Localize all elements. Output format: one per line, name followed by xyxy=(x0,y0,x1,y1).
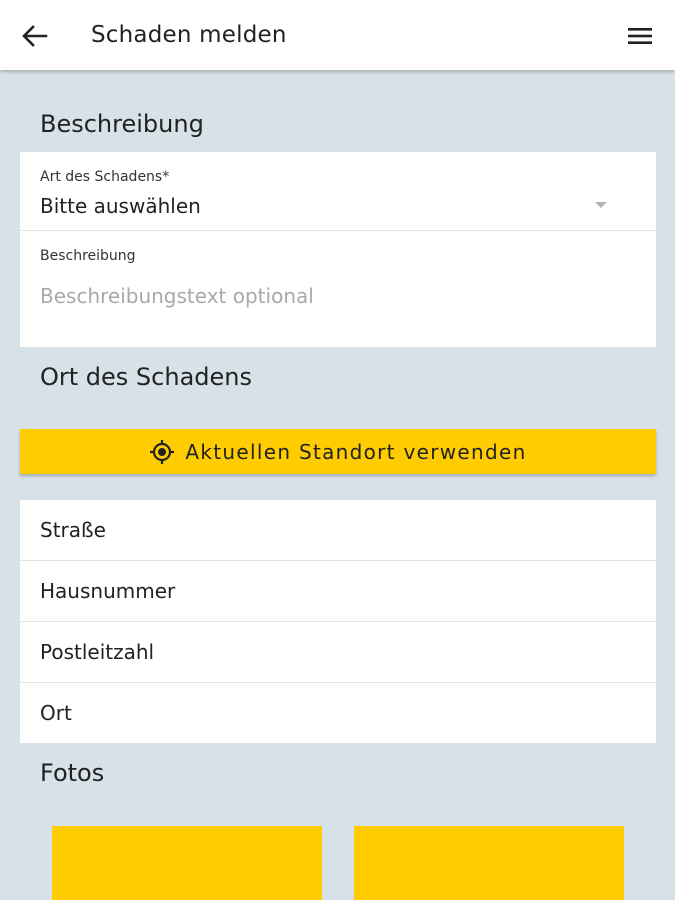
postal-code-field[interactable]: Postleitzahl xyxy=(20,622,656,682)
page-title: Schaden melden xyxy=(91,22,287,48)
description-card: Art des Schadens* Bitte auswählen Beschr… xyxy=(20,152,656,347)
damage-type-select[interactable]: Art des Schadens* Bitte auswählen xyxy=(20,152,656,230)
house-number-label: Hausnummer xyxy=(40,579,176,603)
damage-type-label: Art des Schadens* xyxy=(40,169,170,185)
menu-button[interactable] xyxy=(620,19,660,53)
add-photo-tile[interactable] xyxy=(354,826,624,900)
use-current-location-button[interactable]: Aktuellen Standort verwenden xyxy=(20,429,656,474)
arrow-left-icon xyxy=(22,25,48,47)
street-label: Straße xyxy=(40,518,106,542)
damage-type-value: Bitte auswählen xyxy=(40,194,201,218)
city-label: Ort xyxy=(40,701,72,725)
hamburger-menu-icon xyxy=(628,28,652,44)
back-button[interactable] xyxy=(18,19,52,53)
section-title-description: Beschreibung xyxy=(40,110,204,138)
postal-code-label: Postleitzahl xyxy=(40,640,155,664)
description-field[interactable]: Beschreibung Beschreibungstext optional xyxy=(20,231,656,347)
add-photo-tile[interactable] xyxy=(52,826,322,900)
section-title-location: Ort des Schadens xyxy=(40,363,252,391)
city-field[interactable]: Ort xyxy=(20,683,656,743)
gps-target-icon xyxy=(150,439,175,464)
section-title-photos: Fotos xyxy=(40,759,105,787)
dropdown-arrow-icon xyxy=(595,202,607,208)
app-bar: Schaden melden xyxy=(0,0,675,70)
use-current-location-label: Aktuellen Standort verwenden xyxy=(185,439,527,464)
description-label: Beschreibung xyxy=(40,248,136,264)
street-field[interactable]: Straße xyxy=(20,500,656,560)
house-number-field[interactable]: Hausnummer xyxy=(20,561,656,621)
address-card: Straße Hausnummer Postleitzahl Ort xyxy=(20,500,656,743)
description-placeholder: Beschreibungstext optional xyxy=(40,284,314,308)
